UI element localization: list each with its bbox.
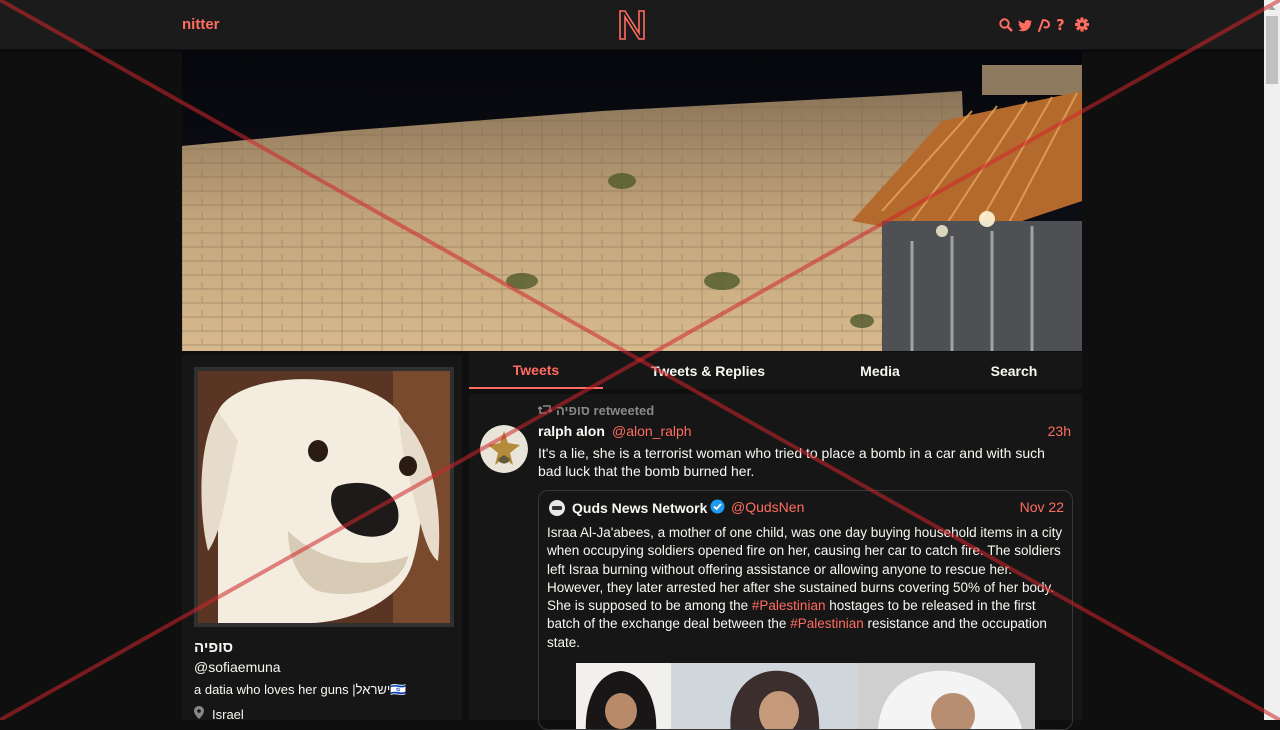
profile-fullname[interactable]: סופיה: [194, 639, 233, 656]
tweet-text: It's a lie, she is a terrorist woman who…: [538, 445, 1045, 479]
profile-avatar[interactable]: [194, 367, 454, 627]
hashtag-link[interactable]: #Palestinian: [790, 616, 864, 631]
quote-text: Israa Al-Ja'abees, a mother of one child…: [547, 524, 1067, 652]
nav-icons: ?: [998, 16, 1090, 34]
hashtag-link[interactable]: #Palestinian: [752, 598, 826, 613]
twitter-bird-icon[interactable]: [1017, 16, 1033, 34]
timeline-tabs: Tweets Tweets & Replies Media Search: [469, 352, 1082, 389]
location-text: Israel: [212, 706, 244, 722]
tweet-username[interactable]: @alon_ralph: [612, 423, 692, 439]
navbar: nitter ?: [0, 0, 1264, 50]
profile-banner[interactable]: [182, 51, 1082, 351]
quote-author[interactable]: Quds News Network: [572, 499, 725, 517]
quote-avatar[interactable]: [549, 500, 565, 516]
gear-icon[interactable]: [1074, 16, 1090, 34]
retweet-icon: [537, 403, 553, 418]
quote-date[interactable]: Nov 22: [1020, 499, 1064, 515]
tab-search[interactable]: Search: [947, 352, 1081, 389]
page-scrollbar[interactable]: [1264, 0, 1280, 720]
quote-fullname[interactable]: Quds News Network: [572, 500, 707, 516]
quoted-tweet[interactable]: Quds News Network @QudsNen Nov 22 Israa …: [538, 490, 1073, 730]
profile-card: סופיה @sofiaemuna a datia who loves her …: [182, 355, 462, 722]
tab-media[interactable]: Media: [813, 352, 947, 389]
tab-tweets-replies[interactable]: Tweets & Replies: [603, 352, 813, 389]
tweet-avatar[interactable]: [480, 425, 528, 473]
brand-link[interactable]: nitter: [182, 16, 220, 33]
retweet-text: סופיה retweeted: [556, 403, 655, 418]
timeline: סופיה retweeted ralph alon @alon_ralph 2…: [469, 394, 1082, 730]
scroll-thumb[interactable]: [1266, 16, 1278, 84]
profile-bio: a datia who loves her guns |ישראל🇮🇱: [194, 682, 407, 697]
tab-tweets[interactable]: Tweets: [469, 352, 603, 389]
verified-badge-icon: [710, 499, 725, 517]
help-icon[interactable]: ?: [1055, 16, 1071, 34]
nitter-logo[interactable]: [618, 9, 646, 41]
quote-username[interactable]: @QudsNen: [731, 499, 804, 515]
profile-username[interactable]: @sofiaemuna: [194, 659, 281, 675]
svg-text:?: ?: [1056, 16, 1065, 34]
rss-icon[interactable]: [1036, 16, 1052, 34]
search-icon[interactable]: [998, 16, 1014, 34]
scroll-up-arrow-icon[interactable]: [1264, 0, 1280, 16]
retweet-header: סופיה retweeted: [537, 403, 655, 418]
tweet-fullname[interactable]: ralph alon: [538, 423, 605, 439]
tweet-date[interactable]: 23h: [1048, 423, 1071, 439]
